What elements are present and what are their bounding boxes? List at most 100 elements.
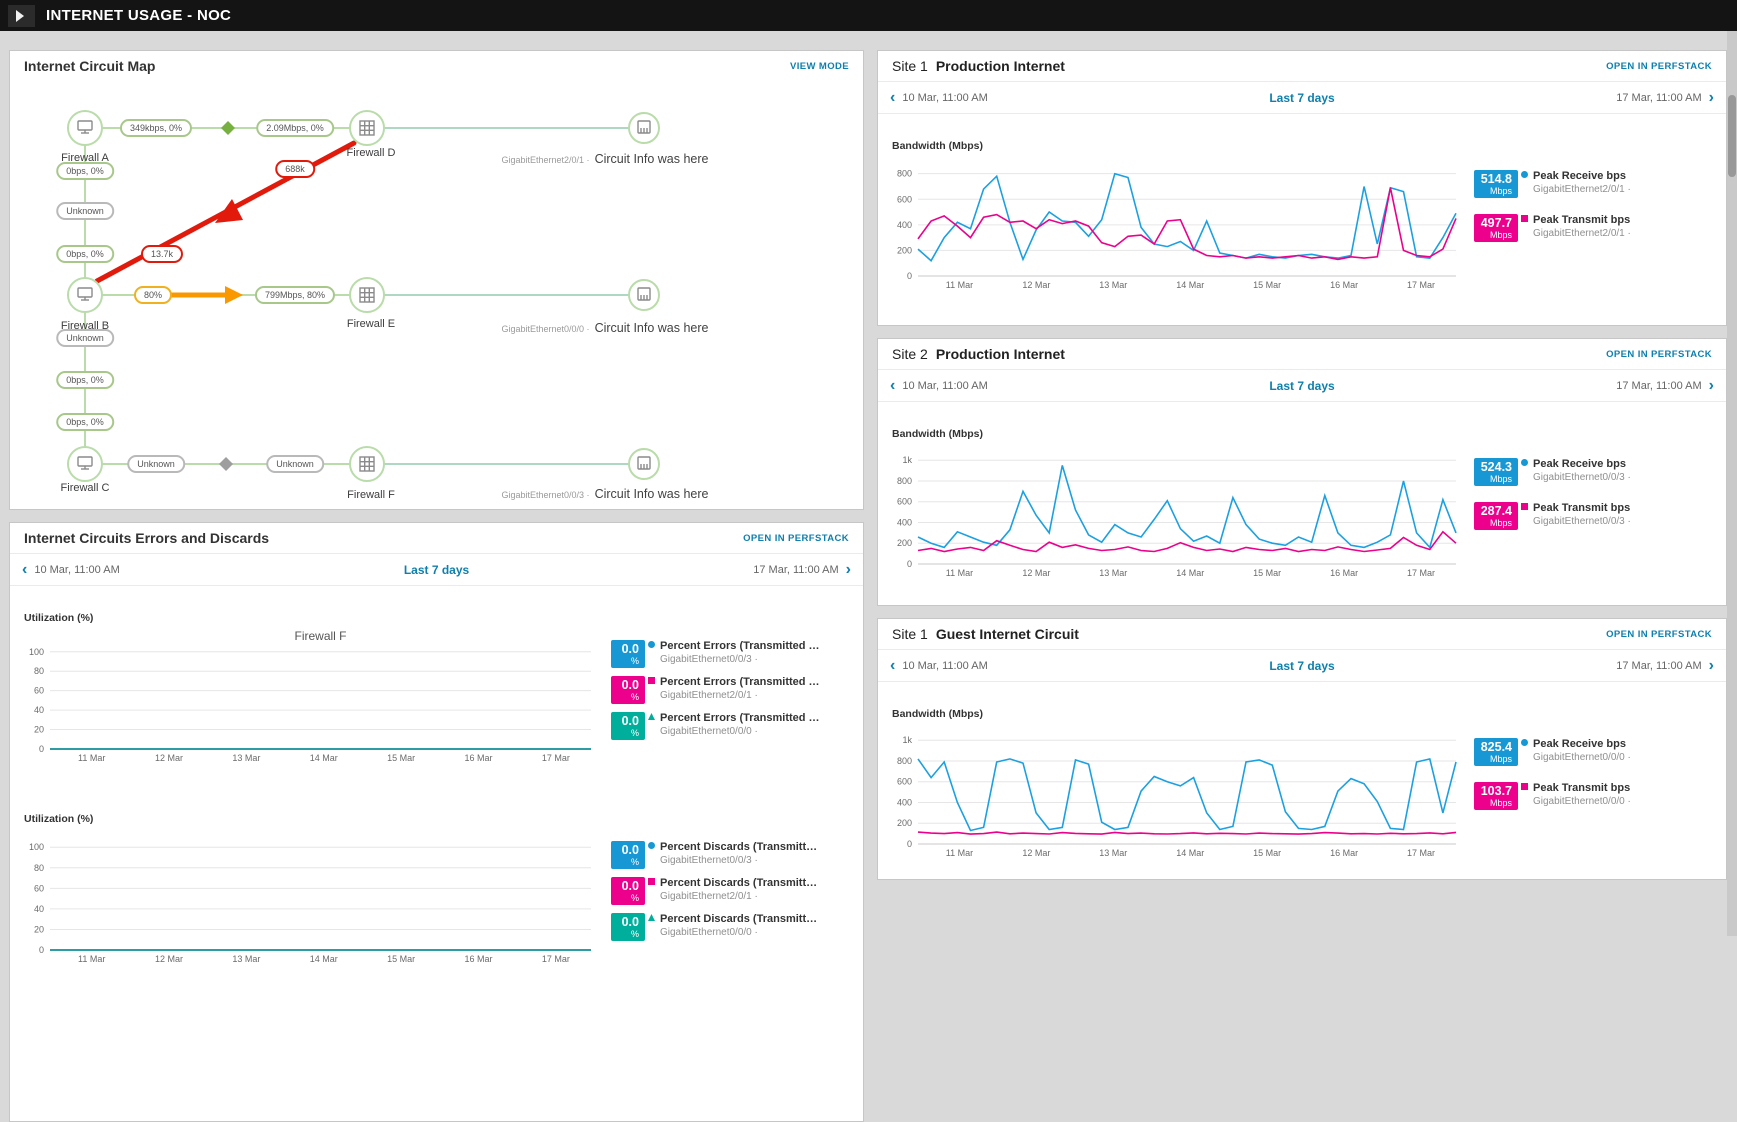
- svg-text:800: 800: [897, 169, 912, 179]
- firewall-f-node[interactable]: [349, 446, 385, 482]
- port-icon-top[interactable]: [628, 112, 660, 144]
- open-in-perfstack-link[interactable]: OPEN IN PERFSTACK: [1606, 629, 1712, 640]
- next-arrow-icon[interactable]: ›: [846, 561, 851, 578]
- firewall-e-node[interactable]: [349, 277, 385, 313]
- panel-site1-guest-internet: Site 1 Guest Internet Circuit OPEN IN PER…: [877, 618, 1727, 880]
- page-title: INTERNET USAGE - NOC: [46, 7, 232, 24]
- svg-text:200: 200: [897, 245, 912, 255]
- y-axis-title: Bandwidth (Mbps): [892, 708, 983, 720]
- prev-arrow-icon[interactable]: ‹: [890, 657, 895, 674]
- circuit-name: Production Internet: [935, 346, 1065, 362]
- open-in-perfstack-link[interactable]: OPEN IN PERFSTACK: [743, 533, 849, 544]
- interface-label: GigabitEthernet0/0/0 ·: [501, 324, 590, 334]
- svg-text:12 Mar: 12 Mar: [155, 753, 183, 763]
- circuit-map-canvas: Firewall A Firewall B Firewall C Firewal…: [10, 81, 863, 511]
- circuit-name: Guest Internet Circuit: [935, 626, 1079, 642]
- discards-legend: 0.0% Percent Discards (Transmitt… Gigabit…: [603, 827, 855, 966]
- value-badge: 0.0%: [611, 676, 645, 704]
- interface-label: GigabitEthernet2/0/1 ·: [501, 155, 590, 165]
- prev-arrow-icon[interactable]: ‹: [890, 89, 895, 106]
- unknown-pill[interactable]: Unknown: [56, 202, 114, 220]
- circuit-info-label: Circuit Info was here: [594, 321, 709, 335]
- svg-text:0: 0: [907, 271, 912, 281]
- circuit-info-label: Circuit Info was here: [594, 487, 709, 501]
- timeframe-label[interactable]: Last 7 days: [1269, 379, 1334, 393]
- site-label: Site 1: [892, 626, 928, 642]
- y-axis-title: Utilization (%): [24, 813, 94, 825]
- time-navigation: ‹ 10 Mar, 11:00 AM Last 7 days 17 Mar, 11…: [878, 369, 1726, 402]
- peak-receive-badge: 514.8 Mbps: [1474, 170, 1518, 198]
- bandwidth-pill[interactable]: 349kbps, 0%: [119, 119, 193, 137]
- firewall-b-node[interactable]: [67, 277, 103, 313]
- circuit-map-title: Internet Circuit Map: [24, 58, 156, 74]
- panel-site1-production-internet: Site 1 Production Internet OPEN IN PERFST…: [877, 50, 1727, 326]
- svg-text:1k: 1k: [902, 735, 912, 745]
- open-in-perfstack-link[interactable]: OPEN IN PERFSTACK: [1606, 61, 1712, 72]
- svg-text:200: 200: [897, 538, 912, 548]
- open-in-perfstack-link[interactable]: OPEN IN PERFSTACK: [1606, 349, 1712, 360]
- svg-text:40: 40: [34, 904, 44, 914]
- range-start-label: 10 Mar, 11:00 AM: [902, 379, 988, 392]
- peak-receive-badge: 825.4 Mbps: [1474, 738, 1518, 766]
- bandwidth-legend: 825.4 Mbps Peak Receive bps GigabitEtherne…: [1468, 722, 1718, 860]
- bandwidth-pill[interactable]: 0bps, 0%: [56, 371, 114, 389]
- value-badge: 0.0%: [611, 913, 645, 941]
- next-arrow-icon[interactable]: ›: [1709, 89, 1714, 106]
- bandwidth-chart: 800 600 400 200 0 11 Mar 12 Mar 13 Mar 14 Mar 15 …: [884, 154, 1468, 292]
- peak-transmit-badge: 103.7 Mbps: [1474, 782, 1518, 810]
- bandwidth-chart: 1k 800 600 400 200 0 11 Mar 12 Mar 13 Mar 14 Mar 1…: [884, 442, 1468, 580]
- svg-text:600: 600: [897, 777, 912, 787]
- bandwidth-pill[interactable]: 0bps, 0%: [56, 162, 114, 180]
- errors-panel-title: Internet Circuits Errors and Discards: [24, 530, 270, 546]
- timeframe-label[interactable]: Last 7 days: [1269, 91, 1334, 105]
- svg-text:600: 600: [897, 497, 912, 507]
- view-mode-link[interactable]: VIEW MODE: [790, 61, 849, 72]
- svg-text:13 Mar: 13 Mar: [232, 954, 260, 964]
- svg-text:12 Mar: 12 Mar: [1022, 280, 1050, 290]
- interface-label: GigabitEthernet0/0/3 ·: [501, 490, 590, 500]
- svg-text:200: 200: [897, 818, 912, 828]
- value-badge: 0.0%: [611, 712, 645, 740]
- warning-pill[interactable]: 80%: [133, 286, 173, 304]
- value-badge: 0.0%: [611, 640, 645, 668]
- panel-site2-production-internet: Site 2 Production Internet OPEN IN PERFST…: [877, 338, 1727, 606]
- prev-arrow-icon[interactable]: ‹: [890, 377, 895, 394]
- svg-text:0: 0: [907, 559, 912, 569]
- port-icon-bottom[interactable]: [628, 448, 660, 480]
- alert-pill[interactable]: 688k: [275, 160, 315, 178]
- legend-item: 0.0% Percent Discards (Transmitt… Gigabit…: [611, 913, 855, 941]
- node-label-firewall-c: Firewall C: [60, 482, 110, 494]
- bandwidth-pill[interactable]: 2.09Mbps, 0%: [256, 119, 334, 137]
- svg-text:12 Mar: 12 Mar: [1022, 568, 1050, 578]
- alert-pill[interactable]: 13.7k: [140, 245, 184, 263]
- series-marker-icon: [1521, 459, 1528, 466]
- timeframe-label[interactable]: Last 7 days: [1269, 659, 1334, 673]
- range-start-label: 10 Mar, 11:00 AM: [902, 91, 988, 104]
- port-info-middle: GigabitEthernet0/0/0 · Circuit Info was h…: [502, 319, 709, 337]
- svg-text:Firewall F: Firewall F: [294, 629, 346, 643]
- bandwidth-pill[interactable]: 0bps, 0%: [56, 413, 114, 431]
- port-icon-middle[interactable]: [628, 279, 660, 311]
- unknown-pill[interactable]: Unknown: [56, 329, 114, 347]
- page-scrollbar[interactable]: [1727, 31, 1737, 936]
- svg-text:13 Mar: 13 Mar: [1099, 848, 1127, 858]
- next-arrow-icon[interactable]: ›: [1709, 657, 1714, 674]
- bandwidth-pill[interactable]: 0bps, 0%: [56, 245, 114, 263]
- unknown-pill[interactable]: Unknown: [266, 455, 324, 473]
- firewall-d-node[interactable]: [349, 110, 385, 146]
- scrollbar-thumb[interactable]: [1728, 95, 1736, 177]
- svg-text:11 Mar: 11 Mar: [946, 568, 973, 578]
- time-navigation: ‹ 10 Mar, 11:00 AM Last 7 days 17 Mar, 11…: [878, 81, 1726, 114]
- unknown-pill[interactable]: Unknown: [127, 455, 185, 473]
- firewall-a-node[interactable]: [67, 110, 103, 146]
- range-start-label: 10 Mar, 11:00 AM: [34, 563, 120, 576]
- svg-text:17 Mar: 17 Mar: [542, 753, 570, 763]
- next-arrow-icon[interactable]: ›: [1709, 377, 1714, 394]
- bandwidth-pill[interactable]: 799Mbps, 80%: [254, 286, 336, 304]
- firewall-c-node[interactable]: [67, 446, 103, 482]
- svg-text:0: 0: [907, 839, 912, 849]
- link-unknown-diamond-icon: [219, 457, 233, 471]
- legend-item: 103.7 Mbps Peak Transmit bps GigabitEthern…: [1474, 782, 1718, 810]
- prev-arrow-icon[interactable]: ‹: [22, 561, 27, 578]
- timeframe-label[interactable]: Last 7 days: [404, 563, 469, 577]
